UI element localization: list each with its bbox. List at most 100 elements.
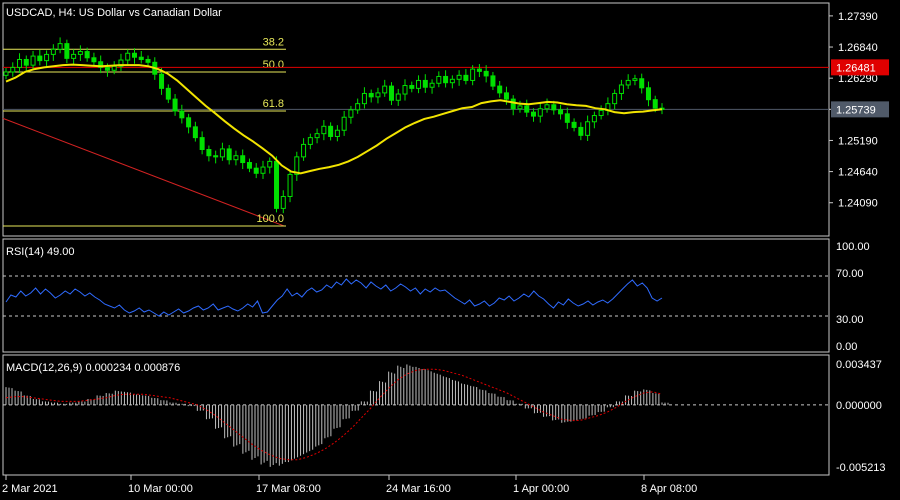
candle-body: [37, 55, 43, 62]
fibonacci-level-label: 100.0: [256, 213, 284, 225]
macd-title: MACD(12,26,9) 0.000234 0.000876: [6, 362, 180, 374]
candle-body: [328, 125, 334, 137]
candle-body: [172, 98, 178, 112]
rsi-tick-label: 0.00: [836, 341, 857, 353]
candle-body: [240, 155, 246, 164]
candle-body: [618, 84, 624, 94]
candle-body: [483, 70, 489, 77]
candle-body: [612, 92, 618, 105]
candle-body: [456, 74, 462, 80]
candle-body: [260, 166, 266, 174]
candle-body: [287, 173, 293, 197]
candle-body: [219, 148, 225, 158]
price-plot: 38.2 50.0 61.8 100.0 1.26481 1.25739: [2, 36, 889, 227]
candle-body: [416, 79, 422, 89]
candle-body: [436, 75, 442, 84]
candle-body: [632, 78, 638, 81]
price-tick-label: 1.25190: [838, 135, 878, 147]
time-axis: [5, 475, 645, 480]
candle-body: [395, 93, 401, 101]
price-panel-frame: [2, 2, 830, 237]
rsi-tick-label: 70.00: [836, 268, 864, 280]
candle-body: [470, 68, 476, 81]
candle-body: [361, 92, 367, 105]
price-label-text: 1.25739: [836, 104, 876, 116]
candle-body: [91, 57, 97, 63]
candle-body: [50, 48, 56, 55]
candle-body: [138, 56, 144, 60]
candle-body: [497, 85, 503, 94]
candle-body: [585, 121, 591, 136]
candle-body: [131, 52, 137, 58]
candle-body: [639, 78, 645, 89]
candle-body: [23, 58, 29, 66]
chart-canvas: 1.273901.268401.262901.257401.251901.246…: [2, 2, 889, 495]
candle-body: [71, 53, 77, 59]
candle-body: [44, 53, 50, 62]
candle-body: [517, 105, 523, 110]
price-tick-label: 1.27390: [838, 11, 878, 23]
candle-body: [206, 149, 212, 157]
candle-body: [17, 58, 23, 68]
macd-plot: [3, 364, 829, 467]
candle-body: [422, 79, 428, 88]
rsi-plot: [3, 275, 829, 317]
candle-body: [84, 51, 90, 59]
candle-body: [443, 75, 449, 84]
fibonacci-level-label: 38.2: [263, 36, 284, 48]
rsi-line: [5, 278, 663, 317]
candle-body: [598, 109, 604, 117]
candle-body: [531, 111, 537, 117]
candle-body: [280, 196, 286, 209]
candle-body: [524, 105, 530, 113]
candle-body: [510, 98, 516, 110]
time-tick-label: 2 Mar 2021: [2, 483, 58, 495]
price-tick-label: 1.24640: [838, 167, 878, 179]
candle-body: [159, 73, 165, 89]
candle-body: [578, 126, 584, 136]
candle-body: [186, 117, 192, 128]
macd-tick-label: 0.000000: [836, 400, 882, 412]
candle-body: [213, 155, 219, 158]
fibonacci-level-label: 61.8: [263, 98, 284, 110]
candle-body: [57, 43, 63, 50]
candle-body: [307, 137, 313, 145]
candle-body: [551, 104, 557, 111]
candle-body: [490, 75, 496, 87]
candle-body: [111, 65, 117, 71]
candle-body: [375, 92, 381, 98]
price-tick-label: 1.24090: [838, 198, 878, 210]
rsi-title: RSI(14) 49.00: [6, 246, 74, 258]
candle-body: [30, 55, 36, 66]
candle-body: [382, 85, 388, 94]
candle-body: [274, 160, 280, 209]
candle-body: [314, 133, 320, 139]
candle-body: [145, 58, 151, 63]
candle-body: [125, 52, 131, 61]
candle-body: [348, 109, 354, 118]
candle-body: [253, 167, 259, 174]
candle-body: [226, 148, 232, 161]
candle-body: [64, 43, 70, 59]
price-tick-label: 1.26840: [838, 42, 878, 54]
candle-body: [104, 66, 110, 71]
candle-body: [652, 99, 658, 109]
rsi-tick-label: 100.00: [836, 241, 870, 253]
candle-body: [341, 116, 347, 131]
candle-body: [233, 155, 239, 161]
candle-body: [165, 87, 171, 100]
candle-body: [368, 92, 374, 98]
time-tick-label: 17 Mar 08:00: [256, 483, 321, 495]
candle-body: [558, 109, 564, 115]
candle-body: [355, 103, 361, 111]
candle-body: [334, 129, 340, 137]
candle-body: [267, 160, 273, 168]
candle-body: [449, 78, 455, 84]
rsi-panel-frame: [2, 238, 830, 353]
candle-body: [503, 92, 509, 100]
candle-body: [409, 85, 415, 89]
candle-body: [476, 68, 482, 72]
candle-body: [10, 66, 16, 73]
time-tick-label: 1 Apr 00:00: [513, 483, 569, 495]
macd-tick-label: 0.003437: [836, 359, 882, 371]
